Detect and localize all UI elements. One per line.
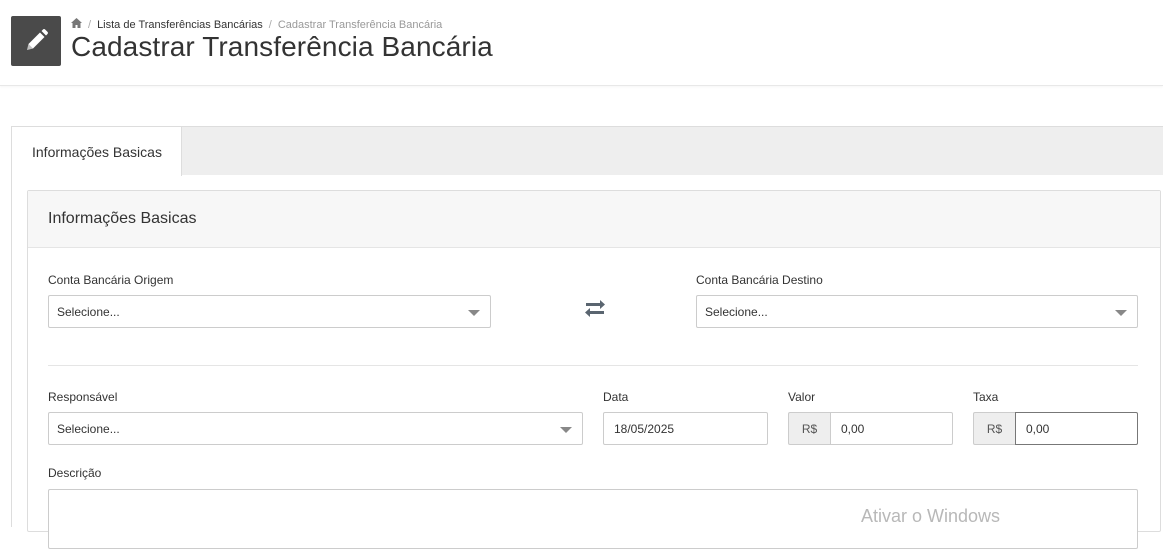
chevron-down-icon — [1115, 310, 1127, 316]
date-label: Data — [603, 390, 629, 404]
fee-label: Taxa — [973, 390, 999, 404]
destination-account-select[interactable]: Selecione... — [696, 295, 1138, 328]
swap-arrows-icon[interactable] — [583, 296, 607, 320]
currency-addon: R$ — [788, 412, 830, 445]
date-input[interactable]: 18/05/2025 — [603, 412, 768, 445]
responsible-label: Responsável — [48, 390, 118, 404]
amount-input[interactable]: 0,00 — [830, 412, 953, 445]
tabs-container: Informações Basicas Informações Basicas … — [11, 126, 1163, 549]
tab-informacoes-basicas[interactable]: Informações Basicas — [12, 127, 182, 176]
breadcrumb-separator: / — [268, 18, 272, 31]
amount-label: Valor — [788, 390, 816, 404]
chevron-down-icon — [468, 310, 480, 316]
breadcrumb-parent-link[interactable]: Lista de Transferências Bancárias — [97, 19, 263, 31]
home-icon[interactable] — [71, 18, 82, 31]
windows-activation-watermark: Ativar o Windows — [861, 506, 1001, 526]
breadcrumb-current: Cadastrar Transferência Bancária — [277, 18, 443, 31]
currency-addon: R$ — [973, 412, 1015, 445]
fee-input[interactable]: 0,00 — [1015, 412, 1138, 445]
amount-input-group: R$ 0,00 — [788, 412, 953, 445]
panel-heading: Informações Basicas — [28, 191, 1160, 248]
pencil-icon — [11, 16, 61, 66]
page-title: Cadastrar Transferência Bancária — [71, 31, 493, 62]
tab-bar — [12, 127, 1163, 175]
form-panel: Informações Basicas Conta Bancária Orige… — [27, 190, 1161, 549]
description-label: Descrição — [48, 466, 102, 480]
page-header: / Lista de Transferências Bancárias / Ca… — [0, 0, 1163, 86]
breadcrumb: / Lista de Transferências Bancárias / Ca… — [71, 18, 442, 31]
destination-account-value: Selecione... — [705, 304, 768, 319]
responsible-select[interactable]: Selecione... — [48, 412, 583, 445]
responsible-value: Selecione... — [57, 421, 120, 436]
origin-account-label: Conta Bancária Origem — [48, 273, 174, 287]
origin-account-select[interactable]: Selecione... — [48, 295, 491, 328]
destination-account-label: Conta Bancária Destino — [696, 273, 823, 287]
fee-input-group: R$ 0,00 — [973, 412, 1138, 445]
divider — [48, 365, 1138, 366]
chevron-down-icon — [560, 427, 572, 433]
origin-account-value: Selecione... — [57, 304, 120, 319]
breadcrumb-separator: / — [88, 18, 92, 31]
